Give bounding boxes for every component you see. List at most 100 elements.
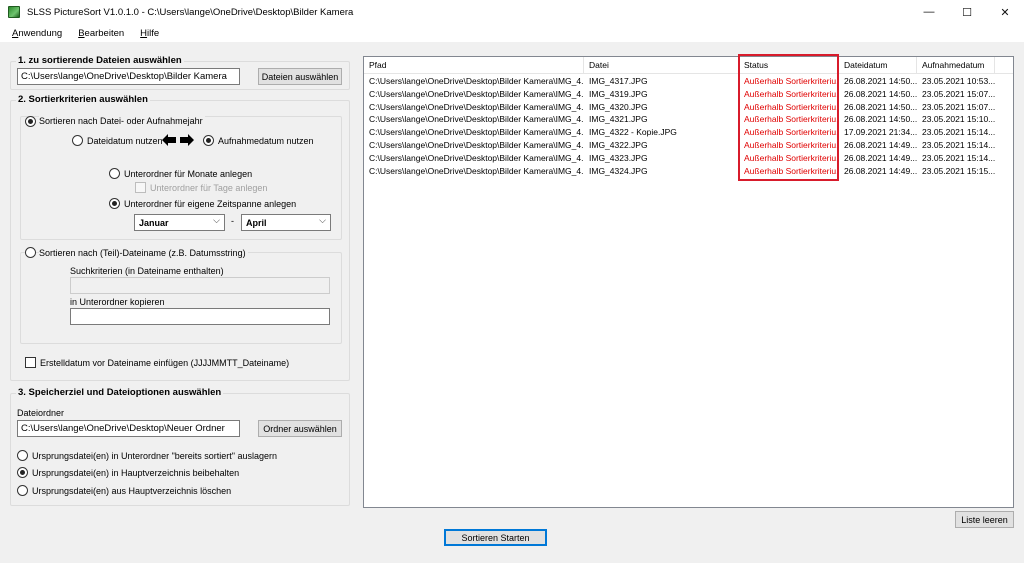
custom-range-radio[interactable] [109, 198, 120, 209]
cell-path: C:\Users\lange\OneDrive\Desktop\Bilder K… [369, 101, 584, 112]
cell-status: Außerhalb Sortierkriteriu... [744, 152, 839, 163]
cell-file: IMG_4321.JPG [589, 114, 648, 125]
prefix-date-label: Erstelldatum vor Dateiname einfügen (JJJ… [40, 358, 290, 368]
menu-bearbeiten[interactable]: Bearbeiten [70, 28, 132, 39]
cell-status: Außerhalb Sortierkriteriu... [744, 139, 839, 150]
start-sort-button[interactable]: Sortieren Starten [444, 529, 547, 546]
delete-originals-radio[interactable] [17, 485, 28, 496]
cell-file-date: 26.08.2021 14:50... [844, 76, 917, 86]
days-subfolder-label: Unterordner für Tage anlegen [150, 183, 268, 193]
cell-status: Außerhalb Sortierkriteriu... [744, 88, 839, 99]
cell-path: C:\Users\lange\OneDrive\Desktop\Bilder K… [369, 152, 584, 163]
copy-subfolder-input[interactable] [70, 308, 330, 325]
cell-capture-date: 23.05.2021 15:14... [922, 127, 995, 138]
cell-capture-date: 23.05.2021 15:07... [922, 88, 995, 99]
table-row[interactable]: C:\Users\lange\OneDrive\Desktop\Bilder K… [364, 165, 1013, 178]
table-row[interactable]: C:\Users\lange\OneDrive\Desktop\Bilder K… [364, 88, 1013, 101]
clear-list-button[interactable]: Liste leeren [955, 511, 1014, 528]
cell-capture-date: 23.05.2021 15:15... [922, 165, 995, 176]
sort-by-date-label: Sortieren nach Datei- oder Aufnahmejahr [39, 116, 205, 126]
capture-date-label: Aufnahmedatum nutzen [218, 136, 314, 146]
maximize-icon[interactable]: ☐ [948, 0, 986, 24]
cell-status: Außerhalb Sortierkriteriu... [744, 101, 839, 112]
cell-file-date: 26.08.2021 14:50... [844, 88, 917, 99]
month-to-select[interactable]: April ⌵ [241, 214, 331, 231]
cell-file-date: 17.09.2021 21:34... [844, 127, 917, 138]
days-subfolder-checkbox[interactable] [135, 182, 146, 193]
window-controls: — ☐ ✕ [910, 0, 1024, 24]
cell-file: IMG_4320.JPG [589, 101, 648, 112]
month-from-select[interactable]: Januar ⌵ [134, 214, 225, 231]
file-date-radio[interactable] [72, 135, 83, 146]
cell-capture-date: 23.05.2021 15:07... [922, 101, 995, 112]
column-header-status[interactable]: Status [739, 57, 839, 74]
cell-path: C:\Users\lange\OneDrive\Desktop\Bilder K… [369, 88, 584, 99]
cell-file-date: 26.08.2021 14:50... [844, 101, 917, 112]
cell-file: IMG_4317.JPG [589, 76, 648, 86]
arrows-icon [162, 134, 194, 146]
capture-date-radio[interactable] [203, 135, 214, 146]
file-date-label: Dateidatum nutzen [87, 136, 163, 146]
months-subfolder-radio[interactable] [109, 168, 120, 179]
cell-path: C:\Users\lange\OneDrive\Desktop\Bilder K… [369, 127, 584, 138]
menu-bar: Anwendung Bearbeiten Hilfe [0, 24, 1024, 42]
cell-status: Außerhalb Sortierkriteriu... [744, 76, 839, 86]
cell-path: C:\Users\lange\OneDrive\Desktop\Bilder K… [369, 165, 584, 176]
table-row[interactable]: C:\Users\lange\OneDrive\Desktop\Bilder K… [364, 113, 1013, 126]
cell-file: IMG_4323.JPG [589, 152, 648, 163]
menu-anwendung[interactable]: Anwendung [4, 28, 70, 39]
title-bar: SLSS PictureSort V1.0.1.0 - C:\Users\lan… [0, 0, 1024, 24]
file-list-rows: C:\Users\lange\OneDrive\Desktop\Bilder K… [364, 75, 1013, 177]
column-header-path[interactable]: Pfad [364, 57, 584, 74]
column-header-file[interactable]: Datei [584, 57, 739, 74]
copy-subfolder-label: in Unterordner kopieren [70, 297, 165, 307]
table-row[interactable]: C:\Users\lange\OneDrive\Desktop\Bilder K… [364, 152, 1013, 165]
cell-path: C:\Users\lange\OneDrive\Desktop\Bilder K… [369, 76, 584, 86]
chevron-down-icon: ⌵ [213, 215, 220, 225]
chevron-down-icon: ⌵ [319, 215, 326, 225]
delete-originals-label: Ursprungsdatei(en) aus Hauptverzeichnis … [32, 486, 232, 496]
minimize-icon[interactable]: — [910, 0, 948, 24]
section-files-title: 1. zu sortierende Dateien auswählen [16, 55, 184, 66]
folder-label: Dateiordner [17, 408, 65, 418]
app-icon [8, 6, 20, 18]
file-list[interactable]: Pfad Datei Status Dateidatum Aufnahmedat… [363, 56, 1014, 508]
column-header-file-date[interactable]: Dateidatum [839, 57, 917, 74]
search-criteria-input[interactable] [70, 277, 330, 294]
custom-range-label: Unterordner für eigene Zeitspanne anlege… [124, 199, 297, 209]
table-row[interactable]: C:\Users\lange\OneDrive\Desktop\Bilder K… [364, 139, 1013, 152]
cell-file-date: 26.08.2021 14:49... [844, 139, 917, 150]
file-list-header: Pfad Datei Status Dateidatum Aufnahmedat… [364, 57, 1013, 74]
cell-capture-date: 23.05.2021 10:53... [922, 76, 995, 86]
sort-by-name-radio[interactable] [25, 247, 36, 258]
cell-file: IMG_4322.JPG [589, 139, 648, 150]
cell-file-date: 26.08.2021 14:49... [844, 165, 917, 176]
move-originals-radio[interactable] [17, 450, 28, 461]
month-to-value: April [246, 217, 267, 228]
close-icon[interactable]: ✕ [986, 0, 1024, 24]
cell-file: IMG_4324.JPG [589, 165, 648, 176]
sort-by-date-radio[interactable] [25, 116, 36, 127]
source-path-input[interactable]: C:\Users\lange\OneDrive\Desktop\Bilder K… [17, 68, 240, 85]
cell-capture-date: 23.05.2021 15:10... [922, 114, 995, 125]
cell-file: IMG_4319.JPG [589, 88, 648, 99]
cell-status: Außerhalb Sortierkriteriu... [744, 114, 839, 125]
cell-capture-date: 23.05.2021 15:14... [922, 139, 995, 150]
months-subfolder-label: Unterordner für Monate anlegen [124, 169, 253, 179]
menu-hilfe[interactable]: Hilfe [132, 28, 167, 39]
keep-originals-radio[interactable] [17, 467, 28, 478]
section-criteria-title: 2. Sortierkriterien auswählen [16, 94, 150, 105]
cell-status: Außerhalb Sortierkriteriu... [744, 165, 839, 176]
select-folder-button[interactable]: Ordner auswählen [258, 420, 342, 437]
target-folder-input[interactable]: C:\Users\lange\OneDrive\Desktop\Neuer Or… [17, 420, 240, 437]
cell-file-date: 26.08.2021 14:49... [844, 152, 917, 163]
month-from-value: Januar [139, 217, 169, 228]
select-files-button[interactable]: Dateien auswählen [258, 68, 342, 85]
table-row[interactable]: C:\Users\lange\OneDrive\Desktop\Bilder K… [364, 101, 1013, 114]
window-title: SLSS PictureSort V1.0.1.0 - C:\Users\lan… [27, 6, 354, 18]
table-row[interactable]: C:\Users\lange\OneDrive\Desktop\Bilder K… [364, 126, 1013, 139]
table-row[interactable]: C:\Users\lange\OneDrive\Desktop\Bilder K… [364, 75, 1013, 88]
column-header-capture-date[interactable]: Aufnahmedatum [917, 57, 995, 74]
prefix-date-checkbox[interactable] [25, 357, 36, 368]
cell-path: C:\Users\lange\OneDrive\Desktop\Bilder K… [369, 114, 584, 125]
